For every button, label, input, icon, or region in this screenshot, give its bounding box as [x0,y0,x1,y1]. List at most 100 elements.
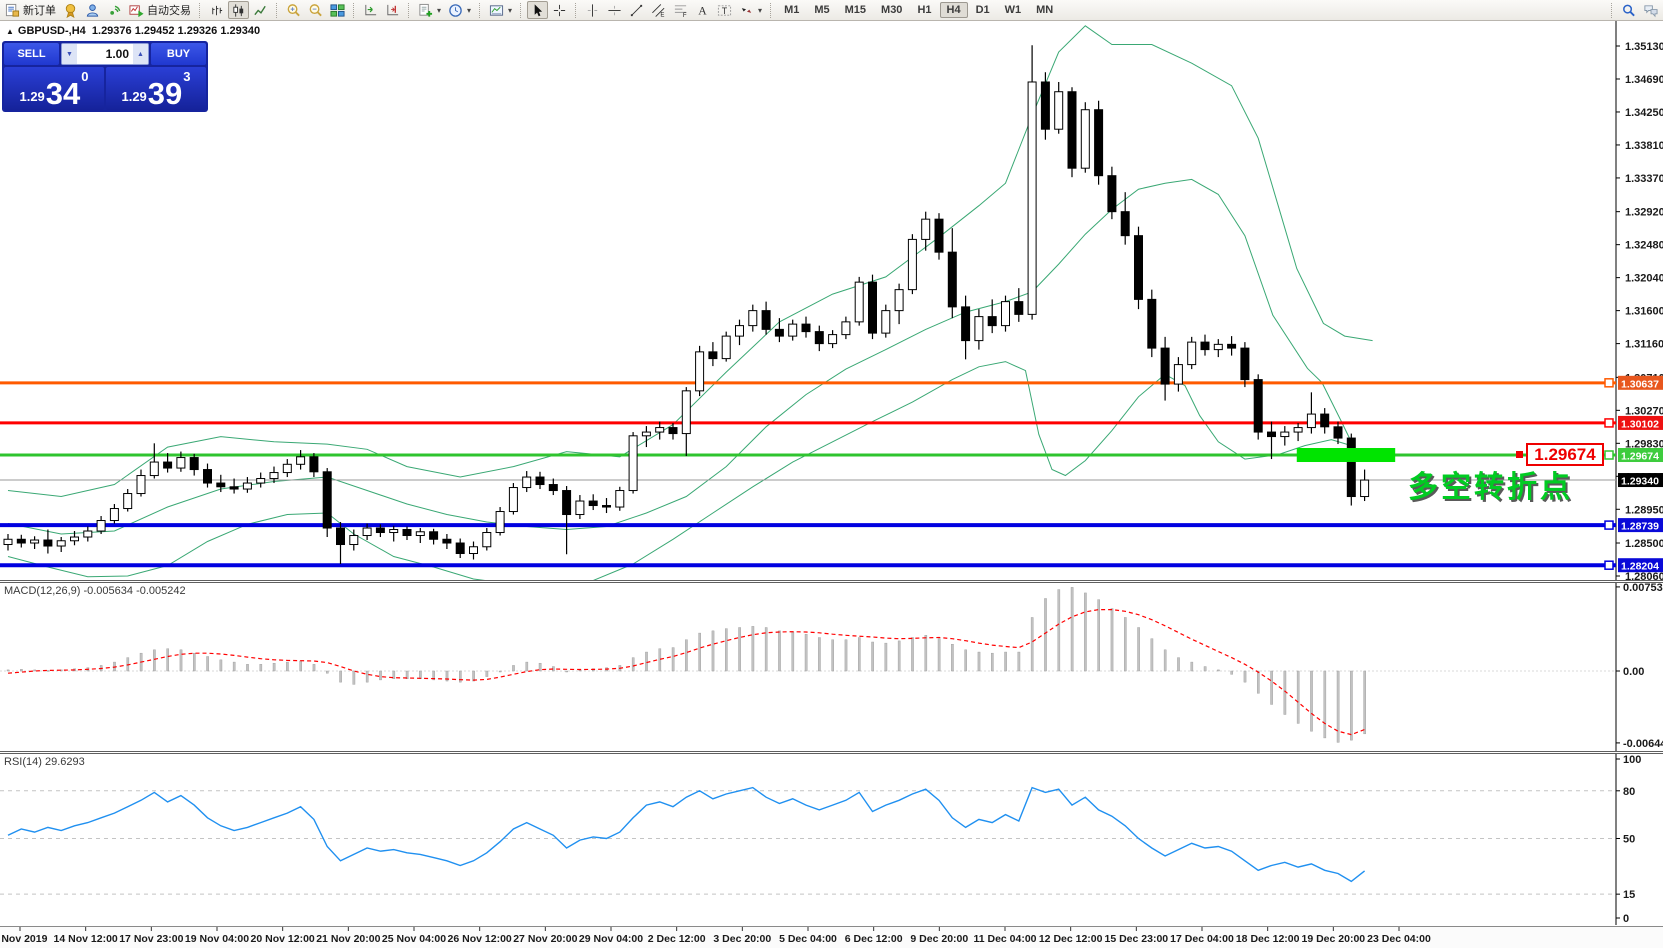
volume-down-button[interactable]: ▼ [62,44,77,64]
new-order-button[interactable]: 新订单 [2,1,59,19]
zoom-out-button[interactable] [305,1,326,19]
search-button[interactable] [1618,1,1639,19]
channel-button[interactable]: E [648,1,669,19]
macd-pane[interactable]: 0.0075380.00-0.006446 [0,583,1663,751]
ohlc-values: 1.29376 1.29452 1.29326 1.29340 [92,25,260,37]
channel-icon: E [651,3,666,18]
arrows-icon [739,3,754,18]
svg-text:25 Nov 04:00: 25 Nov 04:00 [382,933,446,945]
svg-text:0: 0 [1623,913,1629,925]
candles-layer [4,45,1369,564]
timeframe-M15[interactable]: M15 [838,2,873,18]
svg-text:T: T [722,5,728,15]
indicators-button[interactable]: ▾ [415,1,444,19]
buy-button[interactable]: BUY [151,43,206,65]
add-indicator-icon [418,3,433,18]
buy-price-big: 39 [148,81,182,107]
collapse-panel-icon[interactable]: ▲ [6,27,14,36]
community-button[interactable] [82,1,103,19]
bars-button[interactable] [206,1,227,19]
svg-text:0.00: 0.00 [1623,666,1644,678]
buy-price-display[interactable]: 1.29 39 3 [106,67,206,110]
seal-icon [63,3,78,18]
mt4-terminal: 新订单 自动交易 ▾ ▾ ▾ EFA T ▾ M1M5M15M30H1H4D1W1MN 1.35… [0,0,1663,948]
callout-anchor-handle[interactable] [1516,451,1523,458]
time-axis[interactable]: 3 Nov 201914 Nov 12:0017 Nov 23:0019 Nov… [0,926,1663,948]
fibo-button[interactable]: F [670,1,691,19]
svg-text:1.30270: 1.30270 [1625,405,1663,417]
candles-button[interactable] [228,1,249,19]
signal-icon [107,3,122,18]
sell-button[interactable]: SELL [4,43,59,65]
volume-input[interactable]: 1.00 [77,44,133,64]
svg-text:15 Dec 23:00: 15 Dec 23:00 [1105,933,1169,945]
autotrade-button[interactable]: 自动交易 [126,1,194,19]
new-order-icon [5,3,20,18]
chevron-down-icon[interactable]: ▾ [467,6,471,15]
label-icon: T [717,3,732,18]
tile-windows-button[interactable] [327,1,348,19]
timeframe-H4[interactable]: H4 [940,2,968,18]
trendline-button[interactable] [626,1,647,19]
volume-up-button[interactable]: ▲ [133,44,148,64]
timeframe-W1[interactable]: W1 [998,2,1029,18]
chart-shift-icon [385,3,400,18]
svg-text:1.32040: 1.32040 [1625,273,1663,285]
timeframe-M5[interactable]: M5 [807,2,836,18]
turning-point-annotation[interactable]: 多空转折点 [1408,462,1573,506]
zoom-in-button[interactable] [283,1,304,19]
arrows-button[interactable]: ▾ [736,1,765,19]
svg-text:1.30637: 1.30637 [1621,378,1659,390]
crosshair-button[interactable] [549,1,570,19]
label-button[interactable]: T [714,1,735,19]
hline-button[interactable] [604,1,625,19]
svg-text:E: E [660,11,664,17]
timeframe-D1[interactable]: D1 [969,2,997,18]
rsi-line [8,788,1365,882]
svg-text:19 Dec 20:00: 19 Dec 20:00 [1302,933,1366,945]
svg-text:19 Nov 04:00: 19 Nov 04:00 [185,933,249,945]
toolbar-separator [1611,3,1613,18]
line-button[interactable] [250,1,271,19]
svg-text:1.33370: 1.33370 [1625,173,1663,185]
text-icon: A [695,3,710,18]
toolbar-separator [276,3,278,18]
svg-text:1.35130: 1.35130 [1625,41,1663,53]
hline-icon [607,3,622,18]
macd-signal-line [8,610,1365,735]
volume-stepper: ▼ 1.00 ▲ [61,43,149,65]
periods-button[interactable]: ▾ [445,1,474,19]
chevron-down-icon[interactable]: ▾ [508,6,512,15]
chevron-down-icon[interactable]: ▾ [437,6,441,15]
svg-text:26 Nov 12:00: 26 Nov 12:00 [448,933,512,945]
svg-text:1.29340: 1.29340 [1621,476,1659,488]
timeframe-H1[interactable]: H1 [910,2,938,18]
chat-button[interactable] [1640,1,1661,19]
timeframe-M30[interactable]: M30 [874,2,909,18]
template-icon [489,3,504,18]
signals-button[interactable] [104,1,125,19]
timeframe-MN[interactable]: MN [1029,2,1060,18]
svg-text:1.34690: 1.34690 [1625,74,1663,86]
sell-price-big: 34 [46,81,80,107]
svg-text:A: A [698,4,707,17]
highlight-zone[interactable] [1297,448,1395,462]
sell-price-display[interactable]: 1.29 34 0 [4,67,104,110]
chart-shift-button[interactable] [382,1,403,19]
timeframe-M1[interactable]: M1 [777,2,806,18]
chart-profile-button[interactable] [60,1,81,19]
svg-text:5 Dec 04:00: 5 Dec 04:00 [779,933,837,945]
text-button[interactable]: A [692,1,713,19]
cursor-button[interactable] [527,1,548,19]
toolbar: 新订单 自动交易 ▾ ▾ ▾ EFA T ▾ M1M5M15M30H1H4D1W1MN [0,0,1663,21]
svg-text:20 Nov 12:00: 20 Nov 12:00 [251,933,315,945]
rsi-pane[interactable]: 1008050150 [0,754,1663,925]
svg-text:1.28500: 1.28500 [1625,538,1663,550]
chevron-down-icon[interactable]: ▾ [758,6,762,15]
auto-scroll-button[interactable] [360,1,381,19]
templates-button[interactable]: ▾ [486,1,515,19]
buy-price-small: 1.29 [121,89,146,104]
vline-button[interactable] [582,1,603,19]
toolbar-separator [770,3,772,18]
svg-text:80: 80 [1623,786,1635,798]
